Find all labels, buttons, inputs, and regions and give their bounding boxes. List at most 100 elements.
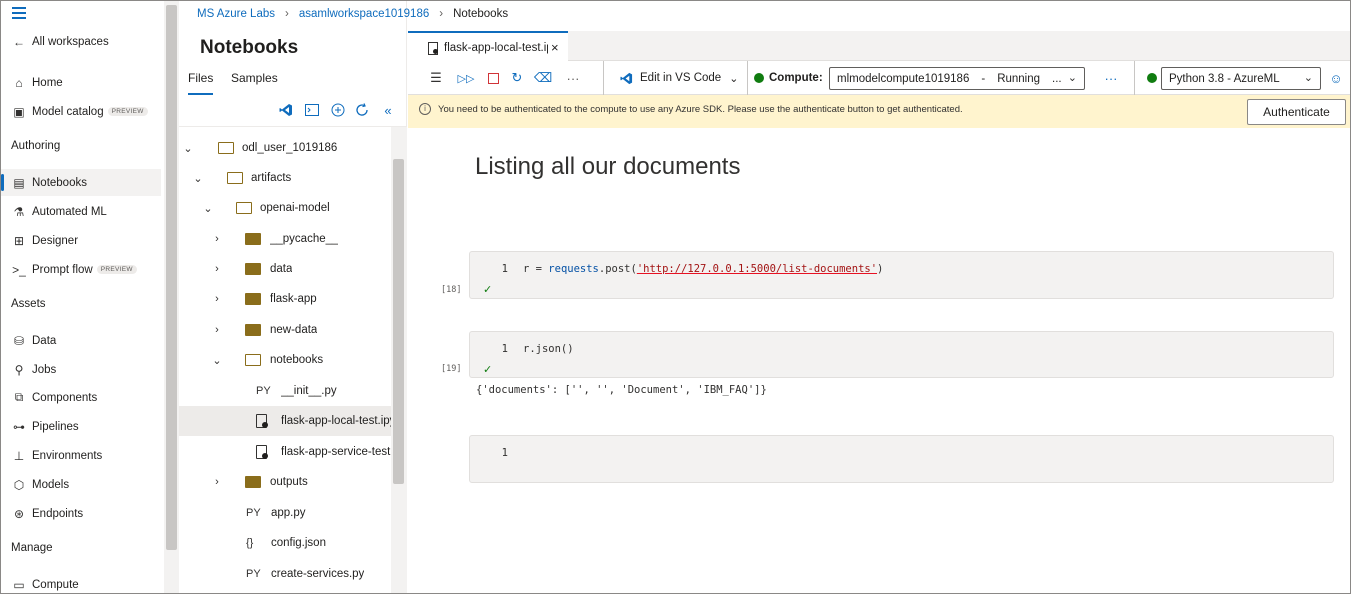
home-icon: ⌂ bbox=[15, 75, 23, 90]
environments-icon: ⊥ bbox=[13, 448, 25, 463]
file-explorer-panel: Notebooks Files Samples « ⌄ odl_user_101… bbox=[179, 1, 407, 593]
tree-item-odl-user[interactable]: ⌄ odl_user_1019186 bbox=[179, 133, 391, 163]
nav-notebooks[interactable]: ▤ Notebooks bbox=[1, 169, 161, 196]
chevron-down-icon: ⌄ bbox=[212, 354, 222, 367]
folder-open-icon bbox=[227, 172, 243, 184]
line-number: 1 bbox=[501, 343, 508, 355]
tree-item-pycache[interactable]: › __pycache__ bbox=[179, 224, 391, 254]
divider bbox=[179, 126, 407, 127]
compute-icon: ▭ bbox=[13, 577, 25, 592]
chevron-right-icon: › bbox=[215, 233, 219, 245]
app-window: ← All workspaces ⌂ Home ▣ Model catalog P… bbox=[0, 0, 1351, 594]
kernel-status-icon[interactable]: ☺ bbox=[1328, 69, 1344, 87]
nav-environments[interactable]: ⊥ Environments bbox=[1, 442, 161, 469]
notebook-icon: ▤ bbox=[13, 175, 25, 190]
tree-item-flask-app[interactable]: › flask-app bbox=[179, 284, 391, 314]
more-icon[interactable]: ··· bbox=[563, 69, 583, 87]
code-cell[interactable]: 1 bbox=[469, 435, 1334, 483]
nav-data[interactable]: ⛁ Data bbox=[1, 327, 161, 354]
compute-select[interactable]: mlmodelcompute1019186 - Running ... ⌄ bbox=[829, 67, 1085, 90]
more-options-icon[interactable]: ··· bbox=[1101, 69, 1121, 87]
nav-prompt-flow[interactable]: >_ Prompt flow PREVIEW bbox=[1, 256, 161, 283]
menu-icon[interactable]: ☰ bbox=[428, 69, 444, 87]
tree-item-create-services-py[interactable]: PY create-services.py bbox=[179, 559, 391, 589]
all-workspaces-link[interactable]: ← All workspaces bbox=[1, 28, 161, 55]
folder-icon bbox=[245, 324, 261, 336]
toolbar-separator bbox=[603, 61, 604, 95]
markdown-heading: Listing all our documents bbox=[475, 153, 741, 180]
nav-pipelines[interactable]: ⊶ Pipelines bbox=[1, 413, 161, 440]
tree-item-config-json[interactable]: {} config.json bbox=[179, 528, 391, 558]
chevron-down-icon: ⌄ bbox=[183, 142, 193, 155]
clear-output-icon[interactable]: ⌫ bbox=[534, 69, 552, 87]
prompt-icon: >_ bbox=[12, 262, 26, 277]
nav-models[interactable]: ⬡ Models bbox=[1, 471, 161, 498]
chevron-right-icon: › bbox=[215, 324, 219, 336]
tab-notebook[interactable]: flask-app-local-test.ipynb × bbox=[408, 31, 568, 62]
json-file-icon: {} bbox=[246, 537, 254, 549]
nav-automated-ml[interactable]: ⚗ Automated ML bbox=[1, 198, 161, 225]
run-all-icon[interactable]: ▷▷ bbox=[458, 69, 475, 87]
tree-item-artifacts[interactable]: ⌄ artifacts bbox=[179, 163, 391, 193]
vscode-icon[interactable] bbox=[277, 101, 295, 119]
nav-home[interactable]: ⌂ Home bbox=[1, 69, 161, 96]
editor-scrollbar[interactable] bbox=[1334, 128, 1350, 593]
nav-designer[interactable]: ⊞ Designer bbox=[1, 227, 161, 254]
nav-jobs[interactable]: ⚲ Jobs bbox=[1, 356, 161, 383]
python-file-icon: PY bbox=[256, 385, 271, 397]
nav-compute[interactable]: ▭ Compute bbox=[1, 571, 161, 593]
stop-icon[interactable] bbox=[485, 69, 501, 87]
folder-open-icon bbox=[218, 142, 234, 154]
catalog-icon: ▣ bbox=[13, 104, 25, 119]
tree-item-outputs[interactable]: › outputs bbox=[179, 467, 391, 497]
tree-item-openai-model[interactable]: ⌄ openai-model bbox=[179, 193, 391, 223]
tab-files[interactable]: Files bbox=[188, 71, 214, 95]
jobs-icon: ⚲ bbox=[14, 362, 24, 377]
panel-title: Notebooks bbox=[200, 37, 299, 58]
tree-item-init-py[interactable]: PY __init__.py bbox=[179, 376, 391, 406]
tree-item-new-data[interactable]: › new-data bbox=[179, 315, 391, 345]
restart-icon[interactable]: ↻ bbox=[509, 69, 525, 87]
hamburger-icon[interactable] bbox=[12, 7, 26, 19]
notebook-editor: flask-app-local-test.ipynb × ☰ ▷▷ ↻ ⌫ ··… bbox=[408, 31, 1350, 593]
nav-components[interactable]: ⧉ Components bbox=[1, 384, 161, 411]
chevron-down-icon: ⌄ bbox=[1067, 72, 1077, 84]
back-arrow-icon: ← bbox=[13, 34, 25, 49]
tab-samples[interactable]: Samples bbox=[231, 71, 278, 85]
refresh-icon[interactable] bbox=[353, 101, 371, 119]
nav-model-catalog-label: Model catalog bbox=[32, 105, 104, 118]
checkmark-icon: ✓ bbox=[483, 284, 493, 296]
nav-endpoints[interactable]: ⊛ Endpoints bbox=[1, 500, 161, 527]
components-icon: ⧉ bbox=[14, 390, 24, 404]
chevron-right-icon: › bbox=[215, 263, 219, 275]
chevron-right-icon: › bbox=[215, 476, 219, 488]
breadcrumb-workspace[interactable]: asamlworkspace1019186 bbox=[299, 8, 429, 20]
toolbar-separator bbox=[747, 61, 748, 95]
kernel-select[interactable]: Python 3.8 - AzureML ⌄ bbox=[1161, 67, 1321, 90]
tree-item-service-test-notebook[interactable]: flask-app-service-test.ipynb bbox=[179, 437, 391, 467]
models-icon: ⬡ bbox=[13, 477, 25, 492]
breadcrumb-workspace-group[interactable]: MS Azure Labs bbox=[197, 8, 275, 20]
add-icon[interactable] bbox=[329, 101, 347, 119]
chevron-down-icon: ⌄ bbox=[729, 72, 739, 85]
edit-in-vscode-button[interactable]: Edit in VS Code ⌄ bbox=[620, 69, 738, 87]
nav-model-catalog[interactable]: ▣ Model catalog PREVIEW bbox=[1, 98, 161, 125]
code-cell[interactable]: 1 r.json() ✓ bbox=[469, 331, 1334, 378]
toolbar-separator bbox=[1134, 61, 1135, 95]
authenticate-button[interactable]: Authenticate bbox=[1247, 99, 1346, 125]
close-icon[interactable]: × bbox=[551, 40, 559, 55]
leftnav-scrollbar-thumb[interactable] bbox=[166, 5, 177, 550]
nav-prompt-flow-label: Prompt flow bbox=[32, 263, 93, 276]
notebook-body: Listing all our documents [18] 1 r = req… bbox=[408, 128, 1350, 593]
tree-scrollbar-thumb[interactable] bbox=[393, 159, 404, 484]
notebook-file-icon bbox=[256, 445, 268, 459]
collapse-panel-icon[interactable]: « bbox=[379, 101, 397, 119]
tree-item-data[interactable]: › data bbox=[179, 254, 391, 284]
tree-item-notebooks[interactable]: ⌄ notebooks bbox=[179, 345, 391, 375]
tree-item-app-py[interactable]: PY app.py bbox=[179, 498, 391, 528]
notebook-file-icon bbox=[256, 414, 268, 428]
tree-item-local-test-notebook[interactable]: flask-app-local-test.ipynb bbox=[179, 406, 391, 436]
code-cell[interactable]: 1 r = requests.post('http://127.0.0.1:50… bbox=[469, 251, 1334, 299]
section-manage: Manage bbox=[11, 542, 53, 554]
terminal-icon[interactable] bbox=[303, 101, 321, 119]
